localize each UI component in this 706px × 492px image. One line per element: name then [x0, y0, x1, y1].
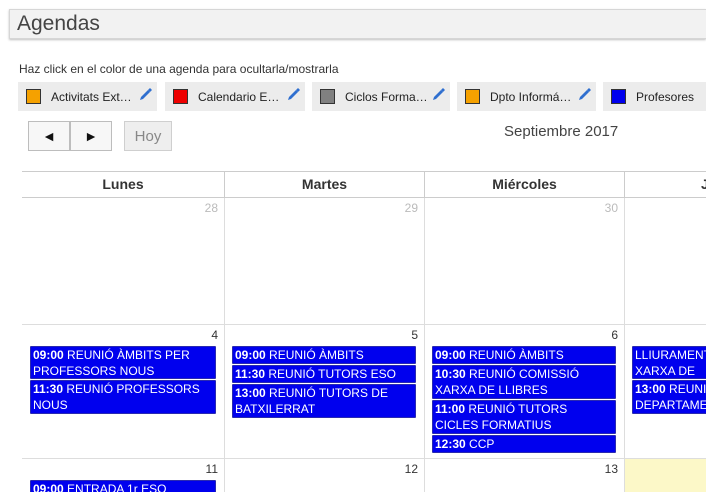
event-title: CCP: [469, 437, 495, 451]
agenda-name: Activitats Ext…: [51, 89, 132, 104]
day-number: 4: [211, 328, 218, 342]
agenda-name: Calendario E…: [198, 89, 280, 104]
event-title: REUNIÓ ÀMBITS: [269, 348, 364, 362]
event-item[interactable]: 11:30 REUNIÓ TUTORS ESO: [232, 365, 416, 383]
agenda-name: Profesores: [636, 89, 695, 104]
event-time: 09:00: [33, 348, 64, 362]
day-number: 11: [205, 462, 218, 476]
pencil-icon[interactable]: [576, 87, 592, 103]
month-label: Septiembre 2017: [504, 123, 619, 140]
event-item[interactable]: 11:00 REUNIÓ TUTORS CICLES FORMATIUS: [432, 400, 616, 434]
event-item[interactable]: 09:00 ENTRADA 1r ESO: [30, 480, 216, 492]
next-button[interactable]: ►: [70, 121, 112, 151]
event-item[interactable]: 11:30 REUNIÓ PROFESSORS NOUS: [30, 380, 216, 414]
day-number: 13: [604, 462, 618, 476]
day-cell[interactable]: 30: [425, 198, 625, 325]
day-number: 28: [204, 201, 218, 215]
day-header-monday: Lunes: [22, 171, 225, 198]
day-cell-today[interactable]: [625, 459, 706, 492]
page-title: Agendas: [17, 12, 100, 35]
event-item[interactable]: 10:30 REUNIÓ COMISSIÓ XARXA DE LLIBRES: [432, 365, 616, 399]
day-cell[interactable]: 29: [225, 198, 425, 325]
pencil-icon[interactable]: [430, 87, 446, 103]
event-time: 11:30: [33, 382, 64, 396]
event-item[interactable]: 12:30 CCP: [432, 435, 616, 453]
calendar-grid: Lunes Martes Miércoles J 28 29 30 4 5 6 …: [22, 171, 706, 492]
agenda-name: Ciclos Forma…: [345, 89, 428, 104]
day-header-wednesday: Miércoles: [425, 171, 625, 198]
agenda-item-profesores: Profesores: [603, 82, 706, 111]
event-time: 10:30: [435, 367, 466, 381]
event-title: REUNIÓ ÀMBITS: [469, 348, 564, 362]
page-header: Agendas: [9, 9, 706, 39]
event-time: 13:00: [635, 382, 666, 396]
agenda-color-toggle[interactable]: [320, 89, 335, 104]
day-cell[interactable]: 12: [225, 459, 425, 492]
event-item[interactable]: 09:00 REUNIÓ ÀMBITS PER PROFESSORS NOUS: [30, 346, 216, 379]
agenda-color-toggle[interactable]: [611, 89, 626, 104]
event-title: REUNIÓ TUTORS ESO: [268, 367, 396, 381]
pencil-icon[interactable]: [285, 87, 301, 103]
prev-button[interactable]: ◄: [28, 121, 70, 151]
day-number: 5: [411, 328, 418, 342]
event-item[interactable]: 13:00 REUNIÓ TUTORS DE BATXILERRAT: [232, 384, 416, 418]
event-item[interactable]: 09:00 REUNIÓ ÀMBITS: [232, 346, 416, 364]
event-time: 09:00: [235, 348, 266, 362]
day-cell[interactable]: 28: [22, 198, 225, 325]
agenda-color-toggle[interactable]: [465, 89, 480, 104]
agenda-item-activitats: Activitats Ext…: [18, 82, 157, 111]
today-button[interactable]: Hoy: [124, 121, 172, 151]
pencil-icon[interactable]: [137, 87, 153, 103]
agenda-name: Dpto Informá…: [490, 89, 572, 104]
agenda-item-calendario: Calendario E…: [165, 82, 305, 111]
day-cell[interactable]: 13: [425, 459, 625, 492]
agenda-color-toggle[interactable]: [173, 89, 188, 104]
event-time: 13:00: [235, 386, 266, 400]
agenda-color-toggle[interactable]: [26, 89, 41, 104]
event-time: 09:00: [435, 348, 466, 362]
day-number: 12: [404, 462, 418, 476]
agenda-item-dpto: Dpto Informá…: [457, 82, 596, 111]
agenda-item-ciclos: Ciclos Forma…: [312, 82, 450, 111]
day-number: 6: [611, 328, 618, 342]
event-title: ENTRADA 1r ESO: [67, 482, 167, 492]
day-number: 29: [404, 201, 418, 215]
agenda-hint: Haz click en el color de una agenda para…: [19, 62, 339, 76]
event-item[interactable]: LLIURAMENT XARXA DE LLI: [632, 346, 706, 379]
event-item[interactable]: 13:00 REUNI DEPARTAMEN: [632, 380, 706, 414]
event-time: 11:30: [235, 367, 266, 381]
day-header-thursday: J: [625, 171, 706, 198]
day-number: 30: [604, 201, 618, 215]
event-title: LLIURAMENT XARXA DE LLI: [635, 348, 706, 378]
event-item[interactable]: 09:00 REUNIÓ ÀMBITS: [432, 346, 616, 364]
event-time: 11:00: [435, 402, 466, 416]
event-time: 09:00: [33, 482, 64, 492]
day-header-tuesday: Martes: [225, 171, 425, 198]
day-cell[interactable]: [625, 198, 706, 325]
event-time: 12:30: [435, 437, 466, 451]
